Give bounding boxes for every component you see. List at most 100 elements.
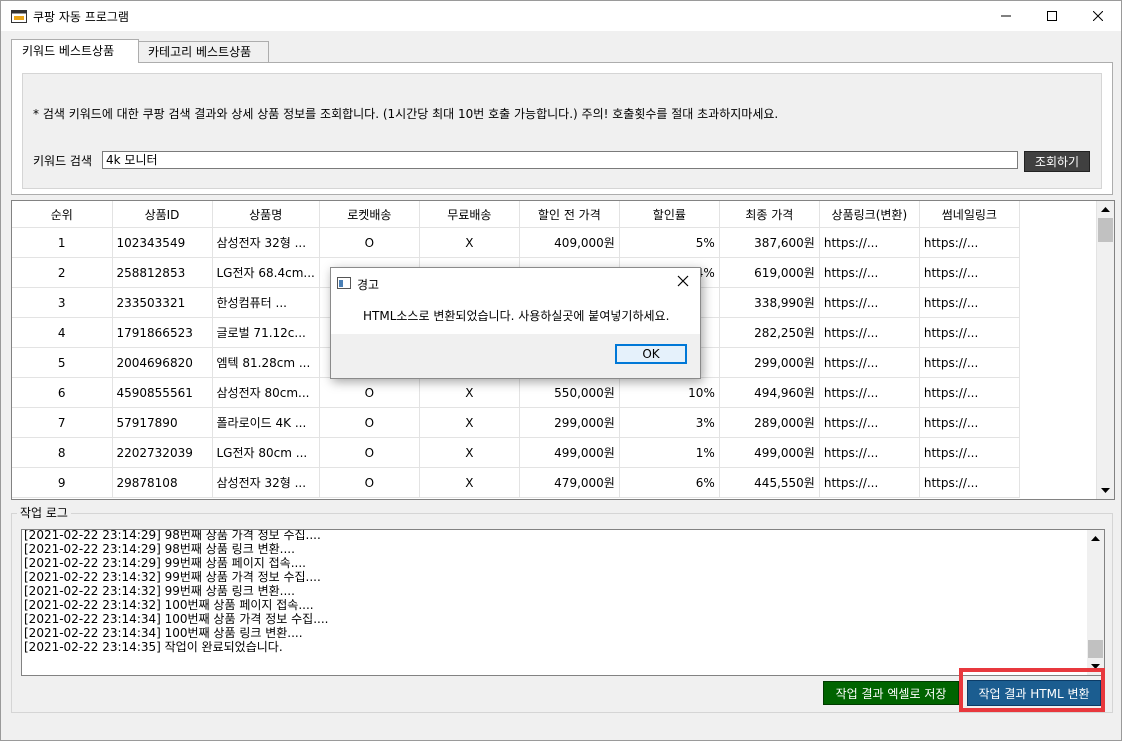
table-cell: 삼성전자 32형 ...: [212, 227, 320, 258]
table-cell: 한성컴퓨터 ...: [212, 287, 320, 318]
main-window: 쿠팡 자동 프로그램 키워드 베스트상품 카테고리 베스트상품 * 검색 키워드…: [0, 0, 1122, 741]
table-row[interactable]: 8 2202732039 LG전자 80cm ... O X 499,000원 1% 499,…: [12, 437, 1020, 468]
log-line: [2021-02-22 23:14:29] 98번째 상품 가격 정보 수집..…: [24, 529, 321, 542]
table-cell: 9: [12, 467, 113, 498]
column-header[interactable]: 최종 가격: [719, 201, 820, 228]
table-cell: https://...: [919, 257, 1020, 288]
table-cell: 삼성전자 80cm...: [212, 377, 320, 408]
log-line: [2021-02-22 23:14:34] 100번째 상품 가격 정보 수집.…: [24, 612, 329, 626]
table-row[interactable]: 9 29878108 삼성전자 32형 ... O X 479,000원 6% 445,550…: [12, 467, 1020, 498]
column-header[interactable]: 무료배송: [419, 201, 520, 228]
log-line: [2021-02-22 23:14:29] 99번째 상품 페이지 접속....: [24, 556, 306, 570]
table-cell: 1791866523: [112, 317, 213, 348]
grid-scrollbar[interactable]: [1096, 201, 1114, 499]
grid-scroll-thumb[interactable]: [1098, 218, 1113, 242]
keyword-input[interactable]: [102, 151, 1018, 169]
table-cell: https://...: [919, 467, 1020, 498]
log-scroll-thumb[interactable]: [1088, 640, 1103, 658]
window-title: 쿠팡 자동 프로그램: [33, 10, 129, 24]
search-notice: * 검색 키워드에 대한 쿠팡 검색 결과와 상세 상품 정보를 조회합니다. …: [33, 107, 779, 121]
log-textbox[interactable]: [2021-02-22 23:14:29] 98번째 상품 가격 정보 수집..…: [21, 529, 1105, 676]
close-icon: [1093, 11, 1103, 21]
maximize-button[interactable]: [1029, 1, 1075, 31]
table-cell: 5: [12, 347, 113, 378]
export-excel-button[interactable]: 작업 결과 엑셀로 저장: [823, 681, 959, 705]
table-cell: 엠텍 81.28cm ...: [212, 347, 320, 378]
table-cell: 619,000원: [719, 257, 820, 288]
table-header-row: 순위 상품ID 상품명 로켓배송 무료배송 할인 전 가격 할인률 최종 가격 상품링크(변환)…: [12, 201, 1020, 228]
table-cell: 폴라로이드 4K ...: [212, 407, 320, 438]
table-cell: https://...: [919, 317, 1020, 348]
log-line: [2021-02-22 23:14:32] 100번째 상품 페이지 접속...…: [24, 598, 314, 612]
table-cell: 550,000원: [519, 377, 620, 408]
table-cell: 4590855561: [112, 377, 213, 408]
table-cell: 102343549: [112, 227, 213, 258]
dialog-footer: OK: [331, 334, 700, 378]
minimize-button[interactable]: [983, 1, 1029, 31]
column-header[interactable]: 할인률: [619, 201, 720, 228]
column-header[interactable]: 로켓배송: [319, 201, 420, 228]
table-cell: 289,000원: [719, 407, 820, 438]
table-cell: 387,600원: [719, 227, 820, 258]
keyword-label: 키워드 검색: [33, 154, 93, 168]
table-cell: 6: [12, 377, 113, 408]
table-cell: https://...: [919, 287, 1020, 318]
table-cell: 338,990원: [719, 287, 820, 318]
table-cell: 445,550원: [719, 467, 820, 498]
column-header[interactable]: 할인 전 가격: [519, 201, 620, 228]
column-header[interactable]: 상품링크(변환): [819, 201, 920, 228]
dialog-message: HTML소스로 변환되었습니다. 사용하실곳에 붙여넣기하세요.: [363, 309, 670, 323]
column-header[interactable]: 상품명: [212, 201, 320, 228]
log-title: 작업 로그: [17, 504, 71, 521]
table-cell: 5%: [619, 227, 720, 258]
scroll-up-icon[interactable]: [1087, 530, 1104, 547]
warning-dialog: 경고 HTML소스로 변환되었습니다. 사용하실곳에 붙여넣기하세요. OK: [330, 267, 701, 379]
table-row[interactable]: 6 4590855561 삼성전자 80cm... O X 550,000원 10% 494,…: [12, 377, 1020, 408]
log-scrollbar[interactable]: [1087, 530, 1104, 675]
log-lines: [2021-02-22 23:14:29] 98번째 상품 가격 정보 수집..…: [24, 529, 329, 654]
search-button[interactable]: 조회하기: [1024, 151, 1090, 172]
table-cell: X: [419, 377, 520, 408]
column-header[interactable]: 상품ID: [112, 201, 213, 228]
table-cell: LG전자 68.4cm...: [212, 257, 320, 288]
table-cell: 2004696820: [112, 347, 213, 378]
table-row[interactable]: 1 102343549 삼성전자 32형 ... O X 409,000원 5% 387,60…: [12, 227, 1020, 258]
table-row[interactable]: 7 57917890 폴라로이드 4K ... O X 299,000원 3% 289,000…: [12, 407, 1020, 438]
table-cell: 299,000원: [519, 407, 620, 438]
table-cell: 10%: [619, 377, 720, 408]
table-cell: https://...: [919, 377, 1020, 408]
table-cell: LG전자 80cm ...: [212, 437, 320, 468]
column-header[interactable]: 썸네일링크: [919, 201, 1020, 228]
table-cell: O: [319, 227, 420, 258]
table-cell: 3%: [619, 407, 720, 438]
table-cell: 409,000원: [519, 227, 620, 258]
table-cell: 499,000원: [719, 437, 820, 468]
table-cell: 479,000원: [519, 467, 620, 498]
scroll-up-icon[interactable]: [1097, 201, 1114, 218]
log-line: [2021-02-22 23:14:35] 작업이 완료되었습니다.: [24, 640, 283, 654]
table-cell: 글로벌 71.12c...: [212, 317, 320, 348]
dialog-app-icon: [337, 277, 351, 289]
table-cell: https://...: [819, 287, 920, 318]
table-cell: https://...: [819, 437, 920, 468]
table-cell: X: [419, 407, 520, 438]
ok-button[interactable]: OK: [615, 344, 687, 364]
table-cell: https://...: [819, 317, 920, 348]
column-header[interactable]: 순위: [12, 201, 113, 228]
dialog-title: 경고: [357, 278, 380, 292]
tab-keyword-best[interactable]: 키워드 베스트상품: [11, 39, 139, 63]
table-cell: X: [419, 437, 520, 468]
log-line: [2021-02-22 23:14:32] 99번째 상품 링크 변환....: [24, 584, 295, 598]
table-cell: O: [319, 407, 420, 438]
table-cell: https://...: [919, 437, 1020, 468]
tab-category-best[interactable]: 카테고리 베스트상품: [137, 41, 269, 63]
table-cell: https://...: [919, 407, 1020, 438]
table-cell: 1: [12, 227, 113, 258]
table-cell: 1%: [619, 437, 720, 468]
scroll-down-icon[interactable]: [1097, 482, 1114, 499]
close-button[interactable]: [1075, 1, 1121, 31]
dialog-close-icon[interactable]: [676, 274, 690, 288]
table-cell: 57917890: [112, 407, 213, 438]
table-cell: O: [319, 437, 420, 468]
table-cell: 233503321: [112, 287, 213, 318]
